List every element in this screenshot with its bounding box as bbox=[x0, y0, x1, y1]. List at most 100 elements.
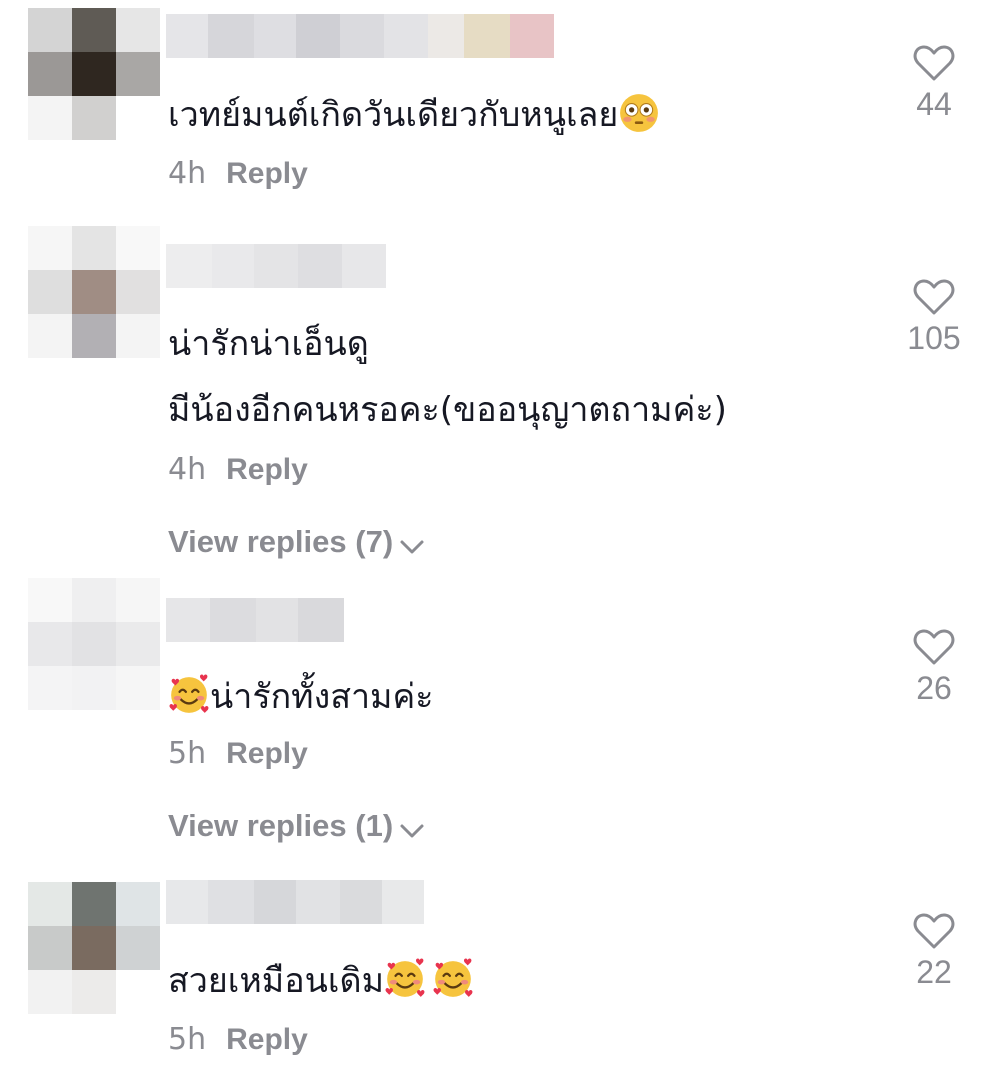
chevron-down-icon bbox=[400, 540, 424, 554]
avatar-pixel bbox=[72, 270, 116, 314]
comment-text: น่ารักน่าเอ็นดู bbox=[168, 322, 369, 366]
username-pixel bbox=[298, 598, 344, 642]
avatar-pixel bbox=[28, 666, 72, 710]
username-pixel bbox=[428, 14, 464, 58]
heart-icon bbox=[913, 913, 955, 949]
avatar-pixel bbox=[72, 926, 116, 970]
like-button[interactable]: 105 bbox=[896, 278, 972, 356]
like-button[interactable]: 26 bbox=[896, 628, 972, 706]
comment-time: 5h bbox=[168, 736, 207, 771]
username[interactable] bbox=[166, 14, 554, 58]
avatar-pixel bbox=[28, 52, 72, 96]
comment-meta: 5h Reply bbox=[168, 1020, 308, 1060]
avatar[interactable] bbox=[28, 8, 160, 140]
avatar-pixel bbox=[28, 8, 72, 52]
username[interactable] bbox=[166, 244, 386, 288]
username-pixel bbox=[212, 244, 254, 288]
comment-meta: 4h Reply bbox=[168, 450, 308, 490]
avatar[interactable] bbox=[28, 882, 160, 1014]
username-pixel bbox=[510, 14, 554, 58]
avatar-pixel bbox=[72, 622, 116, 666]
avatar-pixel bbox=[72, 52, 116, 96]
reply-button[interactable]: Reply bbox=[226, 1023, 308, 1056]
flushed-face-icon bbox=[620, 94, 659, 132]
username-pixel bbox=[166, 880, 208, 924]
view-replies-label: View replies (7) bbox=[168, 524, 394, 559]
avatar-pixel bbox=[116, 270, 160, 314]
smiling-face-with-hearts-icon bbox=[169, 674, 209, 713]
heart-icon bbox=[913, 45, 955, 81]
username-pixel bbox=[384, 14, 428, 58]
reply-button[interactable]: Reply bbox=[226, 453, 308, 486]
avatar-pixel bbox=[28, 882, 72, 926]
like-button[interactable]: 22 bbox=[896, 912, 972, 990]
view-replies-button[interactable]: View replies (7) bbox=[168, 522, 425, 562]
username-pixel bbox=[166, 14, 208, 58]
comment-text-content: สวยเหมือนเดิม bbox=[168, 961, 384, 1001]
avatar-pixel bbox=[116, 314, 160, 358]
like-count: 105 bbox=[907, 320, 961, 356]
avatar-pixel bbox=[116, 578, 160, 622]
username[interactable] bbox=[166, 598, 344, 642]
username-pixel bbox=[208, 14, 254, 58]
username-pixel bbox=[254, 880, 296, 924]
avatar-pixel bbox=[72, 314, 116, 358]
like-button[interactable]: 44 bbox=[896, 44, 972, 122]
comment-time: 4h bbox=[168, 452, 207, 487]
avatar-pixel bbox=[116, 926, 160, 970]
avatar-pixel bbox=[72, 226, 116, 270]
heart-icon bbox=[913, 279, 955, 315]
avatar-pixel bbox=[72, 882, 116, 926]
like-count: 22 bbox=[916, 954, 952, 990]
username-pixel bbox=[464, 14, 510, 58]
avatar-pixel bbox=[28, 270, 72, 314]
avatar-pixel bbox=[72, 8, 116, 52]
username[interactable] bbox=[166, 880, 424, 924]
avatar-pixel bbox=[72, 970, 116, 1014]
avatar-pixel bbox=[28, 926, 72, 970]
username-pixel bbox=[342, 244, 386, 288]
avatar-pixel bbox=[28, 970, 72, 1014]
like-count: 26 bbox=[916, 670, 952, 706]
username-pixel bbox=[166, 598, 210, 642]
comment-text-content: น่ารักทั้งสามค่ะ bbox=[210, 677, 434, 717]
avatar-pixel bbox=[116, 8, 160, 52]
chevron-down-icon bbox=[400, 824, 424, 838]
view-replies-label: View replies (1) bbox=[168, 808, 394, 843]
avatar[interactable] bbox=[28, 578, 160, 710]
comment-meta: 4h Reply bbox=[168, 154, 308, 194]
comment-text: เวทย์มนต์เกิดวันเดียวกับหนูเลย bbox=[168, 92, 660, 137]
username-pixel bbox=[298, 244, 342, 288]
view-replies-button[interactable]: View replies (1) bbox=[168, 806, 425, 846]
username-pixel bbox=[254, 14, 296, 58]
username-pixel bbox=[166, 244, 212, 288]
username-pixel bbox=[296, 14, 340, 58]
comment-meta: 5h Reply bbox=[168, 734, 308, 774]
avatar-pixel bbox=[28, 96, 72, 140]
comment-text-content: เวทย์มนต์เกิดวันเดียวกับหนูเลย bbox=[168, 95, 619, 135]
smiling-face-with-hearts-icon bbox=[385, 958, 425, 997]
username-pixel bbox=[256, 598, 298, 642]
avatar-pixel bbox=[116, 52, 160, 96]
avatar-pixel bbox=[72, 666, 116, 710]
avatar-pixel bbox=[116, 882, 160, 926]
username-pixel bbox=[208, 880, 254, 924]
avatar-pixel bbox=[72, 96, 116, 140]
avatar-pixel bbox=[116, 622, 160, 666]
comment-text: สวยเหมือนเดิม bbox=[168, 958, 474, 1003]
avatar-pixel bbox=[116, 970, 160, 1014]
comment-text: น่ารักทั้งสามค่ะ bbox=[168, 674, 433, 719]
username-pixel bbox=[210, 598, 256, 642]
avatar-pixel bbox=[28, 226, 72, 270]
reply-button[interactable]: Reply bbox=[226, 737, 308, 770]
avatar-pixel bbox=[116, 226, 160, 270]
avatar[interactable] bbox=[28, 226, 160, 358]
avatar-pixel bbox=[28, 622, 72, 666]
username-pixel bbox=[296, 880, 340, 924]
smiling-face-with-hearts-icon bbox=[433, 958, 473, 997]
comment-time: 4h bbox=[168, 156, 207, 191]
username-pixel bbox=[340, 880, 382, 924]
username-pixel bbox=[382, 880, 424, 924]
reply-button[interactable]: Reply bbox=[226, 157, 308, 190]
comment-text-content: มีน้องอีกคนหรอคะ(ขออนุญาตถามค่ะ) bbox=[168, 390, 727, 430]
